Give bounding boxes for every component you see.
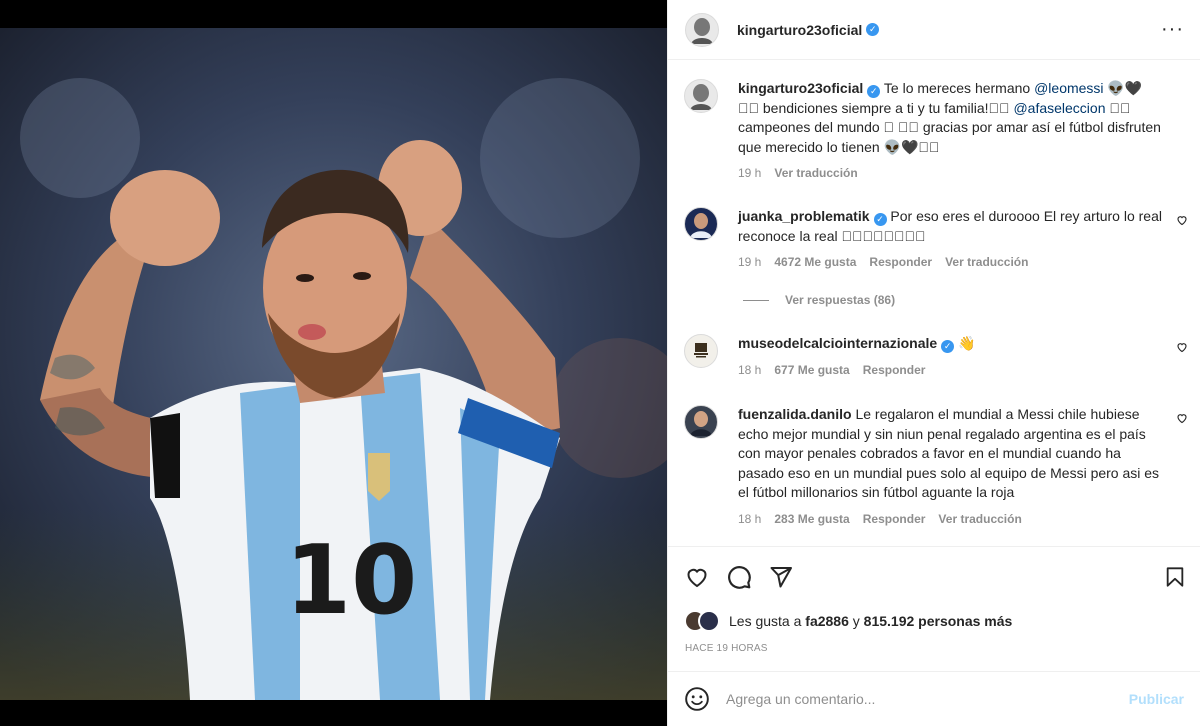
translate-button[interactable]: Ver traducción (938, 510, 1021, 530)
post-timestamp[interactable]: HACE 19 HORAS (685, 643, 768, 654)
mention-leomessi[interactable]: @leomessi (1034, 80, 1103, 96)
post-modal: 10 kingarturo23oficial ✓ ··· kingarturo2… (0, 0, 1200, 726)
verified-badge-icon: ✓ (866, 23, 880, 36)
liker-username[interactable]: fa2886 (805, 613, 849, 629)
mention-afaseleccion[interactable]: @afaseleccion (1013, 100, 1105, 116)
likes-summary[interactable]: Les gusta a fa2886 y 815.192 personas má… (684, 610, 1012, 632)
likes-prefix: Les gusta a (729, 613, 806, 629)
comment-time: 19 h (738, 255, 762, 269)
view-replies-button[interactable]: Ver respuestas (86) (743, 293, 895, 307)
comment-input[interactable] (726, 691, 1129, 707)
comment-time: 19 h (738, 166, 762, 180)
liker-avatar (698, 610, 720, 632)
add-comment-bar: Publicar (668, 671, 1200, 726)
translate-button[interactable]: Ver traducción (945, 253, 1028, 273)
comment-likes[interactable]: 283 Me gusta (774, 510, 849, 530)
publish-button[interactable]: Publicar (1129, 691, 1184, 707)
post-photo[interactable]: 10 (0, 28, 667, 700)
replies-divider (743, 299, 769, 301)
comment-item: juanka_problematik ✓ Por eso eres el duro… (684, 207, 1188, 273)
caption-comment: kingarturo23oficial ✓ Te lo mereces herma… (684, 79, 1188, 184)
caption-username[interactable]: kingarturo23oficial (738, 80, 863, 96)
comment-likes[interactable]: 4672 Me gusta (774, 253, 856, 273)
view-replies-label: Ver respuestas (86) (785, 293, 896, 307)
more-options-icon[interactable]: ··· (1161, 18, 1184, 41)
likes-count[interactable]: 815.192 personas más (864, 613, 1013, 629)
post-actions (684, 564, 1186, 590)
comment-time: 18 h (738, 362, 762, 377)
caption-avatar[interactable] (684, 79, 718, 113)
comment-item: fuenzalida.danilo Le regalaron el mundia… (684, 405, 1188, 529)
media-panel: 10 (0, 0, 667, 726)
verified-badge-icon: ✓ (873, 213, 887, 226)
author-avatar[interactable] (685, 12, 719, 47)
jersey-number: 10 (285, 526, 417, 636)
comment-text: 👋 (958, 335, 976, 351)
translate-button[interactable]: Ver traducción (774, 164, 857, 184)
commenter-avatar[interactable] (684, 334, 718, 368)
like-comment-icon[interactable] (1176, 341, 1188, 353)
commenter-avatar[interactable] (684, 207, 718, 241)
like-comment-icon[interactable] (1176, 412, 1188, 424)
commenter-username[interactable]: museodelcalciointernazionale (738, 335, 937, 351)
author-username[interactable]: kingarturo23oficial (737, 22, 862, 38)
commenter-username[interactable]: juanka_problematik (738, 208, 870, 224)
comments-list[interactable]: kingarturo23oficial ✓ Te lo mereces herma… (668, 61, 1200, 547)
share-send-icon[interactable] (768, 565, 794, 589)
emoji-icon[interactable] (684, 686, 710, 712)
reply-button[interactable]: Responder (869, 253, 932, 273)
commenter-avatar[interactable] (684, 405, 718, 439)
likes-middle: y (848, 613, 864, 629)
caption-text-1: Te lo mereces hermano (883, 80, 1035, 96)
reply-button[interactable]: Responder (863, 510, 926, 530)
comment-time: 18 h (738, 511, 762, 526)
like-comment-icon[interactable] (1176, 214, 1188, 226)
reply-button[interactable]: Responder (863, 361, 926, 381)
verified-badge-icon: ✓ (867, 85, 881, 98)
comment-item: museodelcalciointernazionale ✓ 👋 18 h 677… (684, 334, 1188, 380)
save-bookmark-icon[interactable] (1164, 565, 1186, 589)
like-heart-icon[interactable] (684, 565, 710, 589)
commenter-username[interactable]: fuenzalida.danilo (738, 406, 852, 422)
post-sidebar: kingarturo23oficial ✓ ··· kingarturo23of… (667, 0, 1200, 726)
comment-icon[interactable] (726, 564, 752, 590)
comment-likes[interactable]: 677 Me gusta (774, 361, 849, 381)
verified-badge-icon: ✓ (941, 340, 955, 353)
post-header: kingarturo23oficial ✓ ··· (668, 0, 1200, 60)
player-celebration-image: 10 (0, 28, 667, 700)
